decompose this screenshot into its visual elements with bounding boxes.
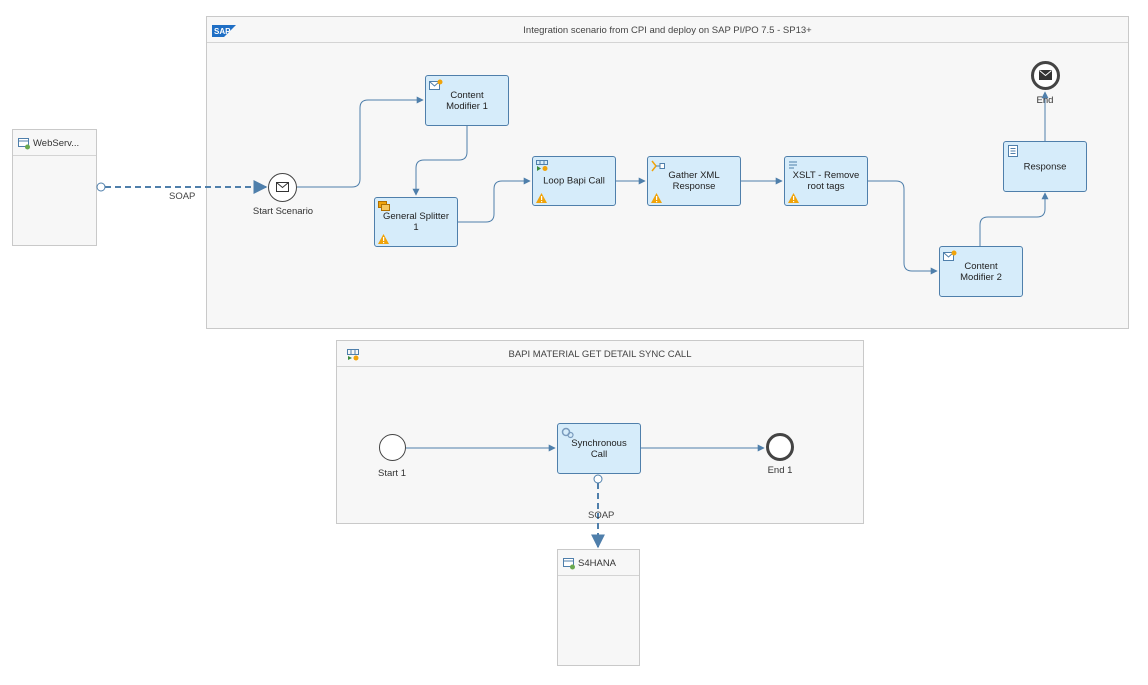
end-1-label: End 1 [767,465,793,476]
start-scenario-label: Start Scenario [252,206,314,217]
document-icon [1008,145,1018,157]
sender-connector-start [96,182,106,192]
receiver-participant[interactable]: S4HANA [557,549,640,666]
synchronous-call-task[interactable]: Synchronous Call [557,423,641,474]
warning-icon [378,234,389,244]
integration-pool-title: Integration scenario from CPI and deploy… [523,25,812,36]
start-scenario-event[interactable] [268,173,297,202]
soap-sender-label: SOAP [169,191,196,202]
sender-participant[interactable]: WebServ... [12,129,97,246]
warning-icon [651,193,662,203]
response-task[interactable]: Response [1003,141,1087,192]
receiver-participant-header: S4HANA [558,550,639,576]
envelope-filled-icon [1039,70,1052,80]
xslt-remove-root-tags-label: XSLT - Remove root tags [792,170,860,192]
integration-pool-header: SAP Integration scenario from CPI and de… [207,17,1128,43]
content-modifier-1-label: Content Modifier 1 [446,89,488,112]
system-icon [18,138,30,150]
end-1-event[interactable] [766,433,794,461]
receiver-participant-title: S4HANA [578,558,617,569]
start-1-label: Start 1 [378,468,406,479]
bapi-pool-header: BAPI MATERIAL GET DETAIL SYNC CALL [337,341,863,367]
xslt-remove-root-tags-task[interactable]: XSLT - Remove root tags [784,156,868,206]
loop-bapi-call-label: Loop Bapi Call [543,175,605,187]
sender-participant-title: WebServ... [33,138,80,149]
soap-receiver-label: SOAP [588,510,615,521]
content-modifier-1-task[interactable]: Content Modifier 1 [425,75,509,126]
start-1-event[interactable] [379,434,406,461]
bapi-pool-title: BAPI MATERIAL GET DETAIL SYNC CALL [508,349,692,360]
gather-xml-response-task[interactable]: Gather XML Response [647,156,741,206]
envelope-icon [276,182,289,192]
general-splitter-task[interactable]: General Splitter 1 [374,197,458,247]
gather-xml-response-label: Gather XML Response [668,170,720,192]
warning-icon [788,193,799,203]
content-modifier-2-label: Content Modifier 2 [960,260,1002,283]
loop-bapi-call-task[interactable]: Loop Bapi Call [532,156,616,206]
system-icon [563,558,575,570]
sender-participant-header: WebServ... [13,130,96,156]
process-call-icon [536,160,548,171]
warning-icon [536,193,547,203]
content-modifier-2-task[interactable]: Content Modifier 2 [939,246,1023,297]
response-label: Response [1023,161,1067,172]
general-splitter-label: General Splitter 1 [382,211,449,233]
end-event[interactable] [1031,61,1060,90]
end-label: End [1036,95,1054,106]
synchronous-call-label: Synchronous Call [571,437,627,460]
